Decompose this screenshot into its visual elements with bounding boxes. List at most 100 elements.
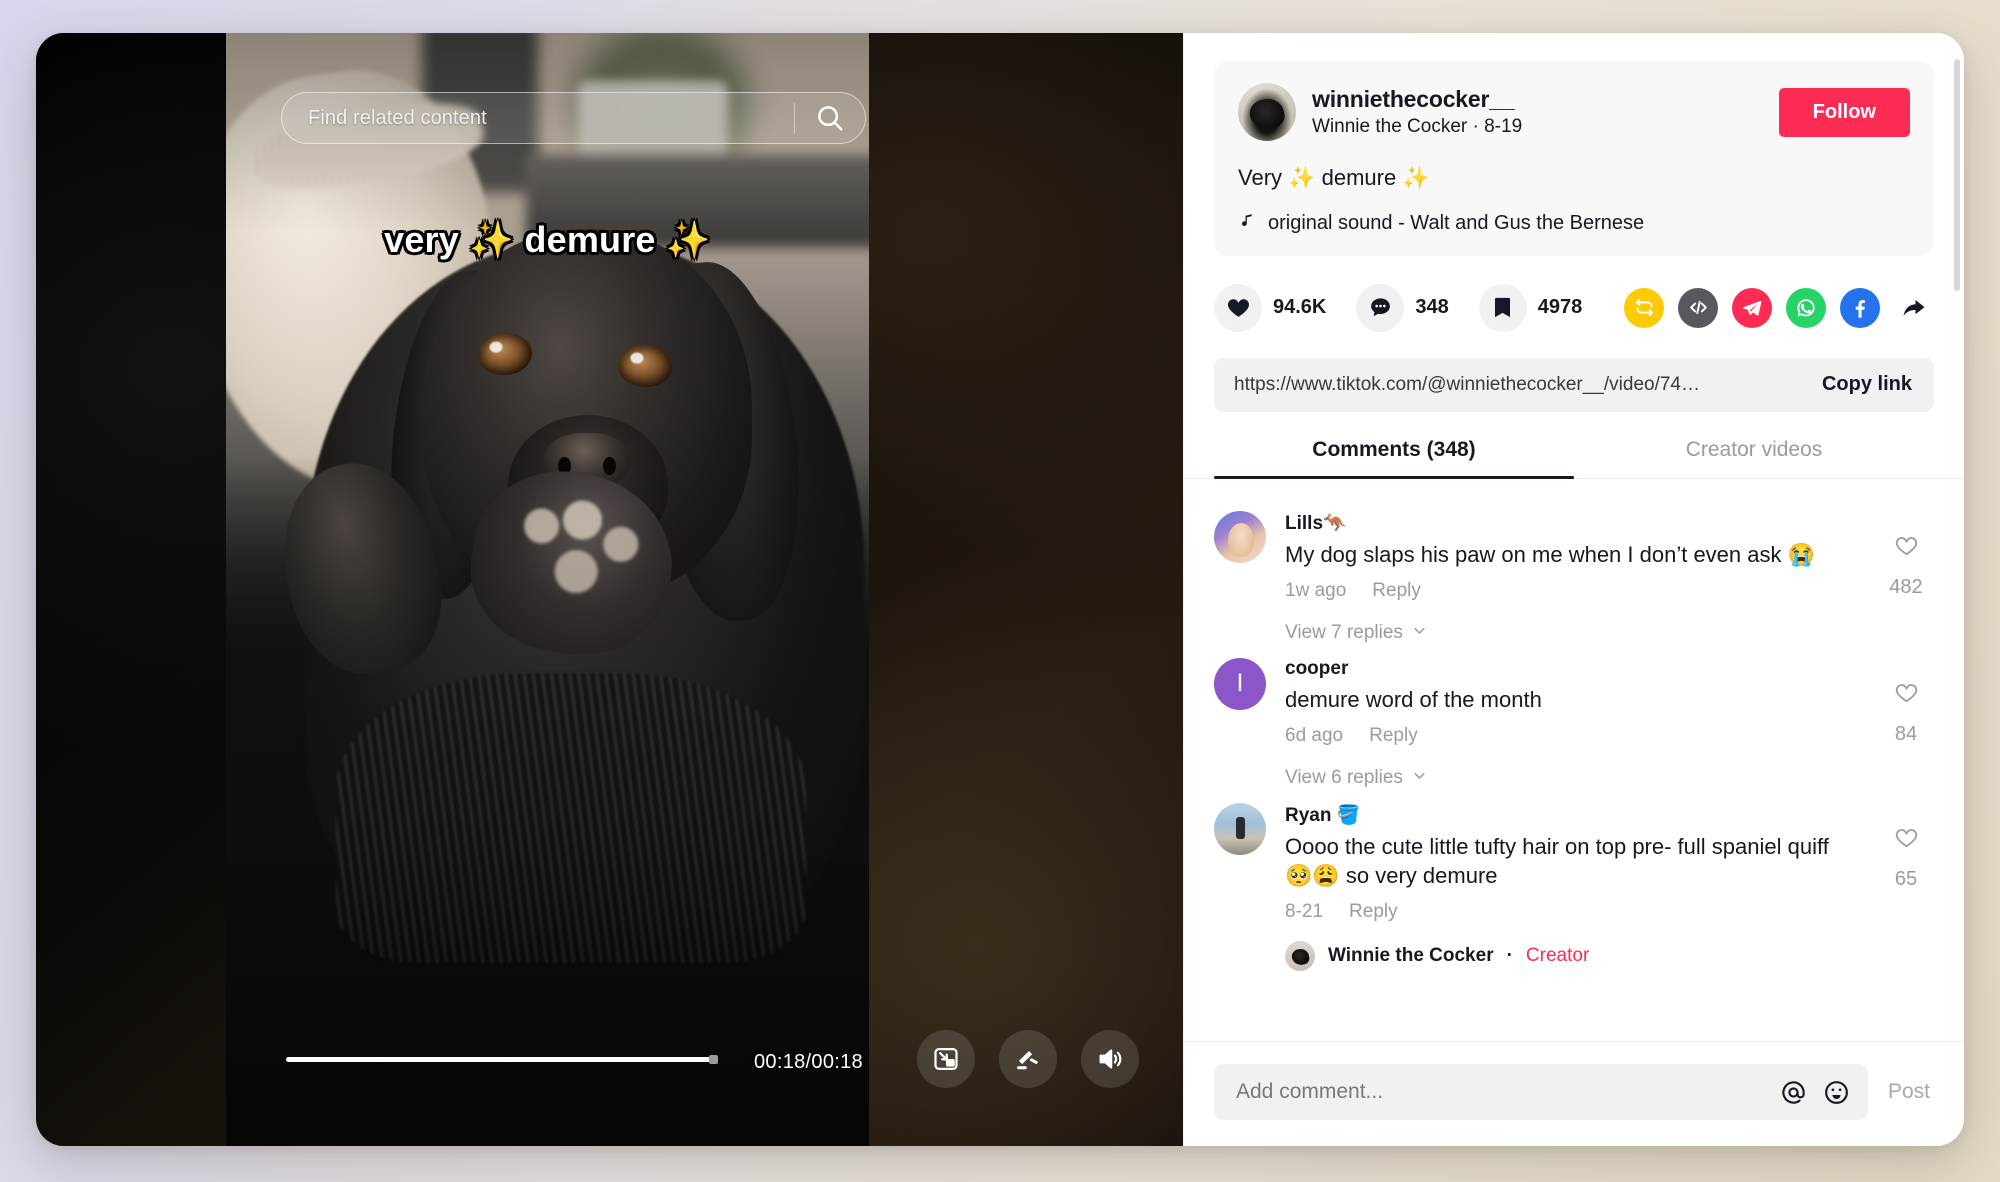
creator-reply-separator: · xyxy=(1506,944,1513,966)
view-replies-button[interactable]: View 6 replies xyxy=(1285,767,1934,789)
like-count: 94.6K xyxy=(1273,296,1327,319)
share-icons xyxy=(1624,287,1934,328)
panel-scrollbar[interactable] xyxy=(1954,59,1960,291)
music-note-icon xyxy=(1238,211,1257,236)
view-replies-label: View 6 replies xyxy=(1285,766,1403,788)
comment-author[interactable]: Lills🦘 xyxy=(1285,511,1859,535)
avatar[interactable] xyxy=(1214,510,1266,563)
comment-like-count: 482 xyxy=(1889,575,1923,598)
comment-item: Ryan 🪣 Oooo the cute little tufty hair o… xyxy=(1214,789,1934,923)
comment-author[interactable]: cooper xyxy=(1285,658,1859,680)
music-row[interactable]: original sound - Walt and Gus the Bernes… xyxy=(1238,211,1910,236)
copy-link-row[interactable]: https://www.tiktok.com/@winniethecocker_… xyxy=(1214,357,1934,412)
heart-outline-icon xyxy=(1894,825,1919,855)
video-detail-modal: very ✨ demure ✨ Find related content 00:… xyxy=(36,33,1964,1146)
comment-meta: 8-21 Reply xyxy=(1285,901,1859,923)
video-progress-bar[interactable] xyxy=(286,1055,718,1064)
comment-like-button[interactable]: 84 xyxy=(1878,658,1934,747)
comment-input[interactable] xyxy=(1236,1080,1764,1104)
volume-icon[interactable] xyxy=(1081,1030,1139,1088)
comment-input-box[interactable] xyxy=(1214,1064,1868,1120)
comment-time: 8-21 xyxy=(1285,900,1324,922)
search-icon[interactable] xyxy=(795,103,865,133)
comment-author[interactable]: Ryan 🪣 xyxy=(1285,803,1859,827)
creator-reply-name: Winnie the Cocker xyxy=(1328,944,1494,966)
copy-link-button[interactable]: Copy link xyxy=(1804,373,1912,396)
comment-like-count: 84 xyxy=(1894,722,1918,745)
telegram-icon[interactable] xyxy=(1732,287,1772,328)
repost-icon[interactable] xyxy=(1624,287,1664,328)
bookmark-icon xyxy=(1478,283,1527,332)
chevron-down-icon xyxy=(1412,622,1427,644)
at-mention-icon[interactable] xyxy=(1780,1079,1807,1106)
comment-item: Lills🦘 My dog slaps his paw on me when I… xyxy=(1214,497,1934,602)
author-handle[interactable]: winniethecocker__ xyxy=(1312,86,1763,113)
bookmark-button[interactable]: 4978 xyxy=(1478,283,1583,332)
comments-list[interactable]: Lills🦘 My dog slaps his paw on me when I… xyxy=(1184,479,1964,1041)
view-replies-button[interactable]: View 7 replies xyxy=(1285,622,1934,644)
comment-composer: Post xyxy=(1184,1041,1964,1146)
whatsapp-icon[interactable] xyxy=(1786,287,1826,328)
comment-like-button[interactable]: 482 xyxy=(1878,511,1934,602)
video-time-label: 00:18/00:18 xyxy=(754,1051,863,1073)
comment-count: 348 xyxy=(1415,296,1449,319)
emoji-icon[interactable] xyxy=(1823,1079,1850,1106)
search-input-placeholder[interactable]: Find related content xyxy=(282,107,794,130)
avatar[interactable]: I xyxy=(1214,657,1266,710)
comment-meta: 1w ago Reply xyxy=(1285,580,1859,602)
like-button[interactable]: 94.6K xyxy=(1214,283,1327,332)
author-row: winniethecocker__ Winnie the Cocker · 8-… xyxy=(1238,83,1910,141)
avatar xyxy=(1285,940,1315,971)
comment-body: cooper demure word of the month 6d ago R… xyxy=(1285,658,1859,747)
heart-outline-icon xyxy=(1894,533,1919,563)
progress-fill xyxy=(286,1057,712,1062)
comment-text: Oooo the cute little tufty hair on top p… xyxy=(1285,833,1829,888)
avatar-initial: I xyxy=(1236,669,1244,698)
creator-badge: Creator xyxy=(1525,944,1590,966)
author-texts: winniethecocker__ Winnie the Cocker · 8-… xyxy=(1312,86,1763,138)
reply-button[interactable]: Reply xyxy=(1349,901,1398,923)
comment-like-button[interactable]: 65 xyxy=(1878,803,1934,923)
clear-mode-icon[interactable] xyxy=(999,1030,1057,1088)
video-controls xyxy=(917,1030,1139,1088)
creator-reply-preview[interactable]: Winnie the Cocker · Creator xyxy=(1285,940,1934,971)
avatar[interactable] xyxy=(1238,83,1296,141)
progress-knob[interactable] xyxy=(709,1055,718,1064)
comment-icon xyxy=(1356,283,1405,332)
engagement-row: 94.6K 348 4978 xyxy=(1214,283,1934,332)
video-player[interactable]: very ✨ demure ✨ Find related content 00:… xyxy=(36,33,1183,1146)
comment-meta: 6d ago Reply xyxy=(1285,725,1859,747)
view-replies-label: View 7 replies xyxy=(1285,621,1403,643)
video-caption-overlay: very ✨ demure ✨ xyxy=(384,219,711,260)
share-arrow-icon[interactable] xyxy=(1894,288,1934,328)
picture-in-picture-icon[interactable] xyxy=(917,1030,975,1088)
tab-creator-videos[interactable]: Creator videos xyxy=(1574,438,1934,478)
chevron-down-icon xyxy=(1412,767,1427,789)
heart-icon xyxy=(1214,283,1262,332)
bookmark-count: 4978 xyxy=(1537,296,1583,319)
post-button[interactable]: Post xyxy=(1888,1080,1934,1104)
author-card: winniethecocker__ Winnie the Cocker · 8-… xyxy=(1214,61,1934,256)
comment-body: Ryan 🪣 Oooo the cute little tufty hair o… xyxy=(1285,803,1859,923)
heart-outline-icon xyxy=(1894,680,1919,710)
avatar[interactable] xyxy=(1214,802,1266,855)
music-title[interactable]: original sound - Walt and Gus the Bernes… xyxy=(1268,212,1644,235)
facebook-icon[interactable] xyxy=(1840,287,1880,328)
comment-text: demure word of the month xyxy=(1285,686,1542,712)
comment-button[interactable]: 348 xyxy=(1356,283,1449,332)
video-still-image xyxy=(226,33,869,1146)
video-frame[interactable]: very ✨ demure ✨ xyxy=(226,33,869,1146)
find-related-content-search[interactable]: Find related content xyxy=(281,92,866,144)
progress-track[interactable] xyxy=(286,1057,716,1062)
video-description: Very ✨ demure ✨ xyxy=(1238,165,1430,190)
video-url-text: https://www.tiktok.com/@winniethecocker_… xyxy=(1234,373,1700,395)
comment-text: My dog slaps his paw on me when I don’t … xyxy=(1285,541,1815,567)
reply-button[interactable]: Reply xyxy=(1372,580,1421,602)
comment-time: 1w ago xyxy=(1285,579,1347,601)
follow-button[interactable]: Follow xyxy=(1778,87,1910,137)
comment-time: 6d ago xyxy=(1285,724,1344,746)
tab-comments[interactable]: Comments (348) xyxy=(1214,438,1574,479)
embed-icon[interactable] xyxy=(1678,287,1718,328)
reply-button[interactable]: Reply xyxy=(1369,725,1418,747)
comment-item: I cooper demure word of the month 6d ago… xyxy=(1214,644,1934,747)
